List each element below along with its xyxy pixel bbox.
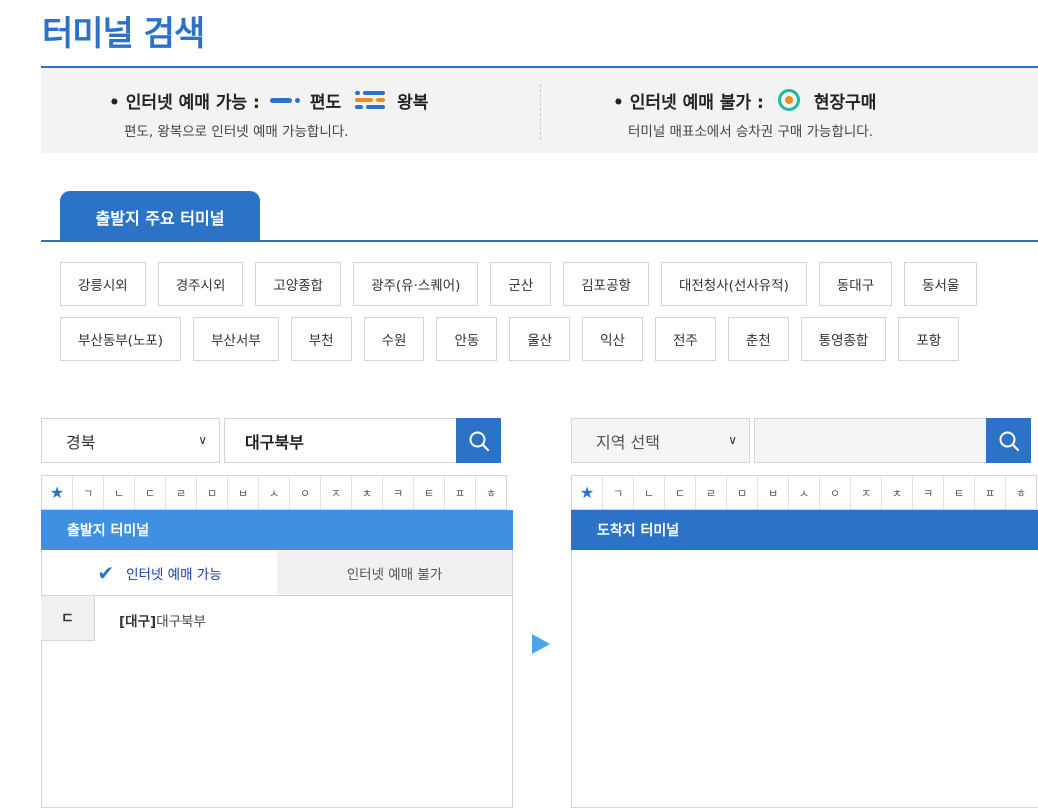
star-icon[interactable]: ★: [42, 476, 72, 509]
departure-list-body: [41, 550, 513, 808]
oneway-icon: [269, 95, 302, 105]
legend-available: • 인터넷 예매 가능 : 편도 왕복 편도, 왕복으로 인터넷 예매 가능합니…: [109, 88, 428, 140]
consonant-filter-button[interactable]: ㅇ: [819, 476, 850, 509]
major-terminal-button[interactable]: 통영종합: [800, 317, 887, 361]
initial-label: ㄷ: [41, 596, 95, 641]
consonant-filter-button[interactable]: ㄱ: [602, 476, 633, 509]
arrival-list-body: [571, 550, 1038, 808]
major-terminal-grid: 강릉시외 경주시외 고양종합 광주(유·스퀘어) 군산 김포공항 대전청사(선사유적) 동대구…: [60, 262, 1020, 372]
departure-region-select[interactable]: 경북 ∨: [41, 418, 220, 463]
major-terminal-button[interactable]: 부천: [290, 317, 352, 361]
star-icon[interactable]: ★: [572, 476, 602, 509]
consonant-filter-button[interactable]: ㄱ: [72, 476, 103, 509]
list-item[interactable]: ㄷ [대구]대구북부: [41, 596, 513, 641]
chevron-down-icon: ∨: [728, 433, 737, 447]
consonant-filter-button[interactable]: ㄴ: [633, 476, 664, 509]
arrow-right-icon: [532, 634, 550, 654]
consonant-filter-button[interactable]: ㄷ: [664, 476, 695, 509]
legend-unavailable: • 인터넷 예매 불가 : 현장구매 터미널 매표소에서 승차권 구매 가능합니…: [613, 88, 876, 140]
major-terminal-button[interactable]: 춘천: [727, 317, 789, 361]
arrival-search-button[interactable]: [986, 418, 1031, 463]
consonant-filter-button[interactable]: ㅊ: [881, 476, 912, 509]
arrival-list-header: 도착지 터미널: [571, 510, 1038, 550]
consonant-filter-button[interactable]: ㅁ: [196, 476, 227, 509]
major-terminal-button[interactable]: 광주(유·스퀘어): [353, 262, 479, 306]
page-title: 터미널 검색: [42, 14, 205, 54]
consonant-filter-button[interactable]: ㄴ: [103, 476, 134, 509]
consonant-filter-button[interactable]: ㅅ: [258, 476, 289, 509]
terminal-name: [대구]대구북부: [95, 596, 206, 641]
legend-divider: [540, 84, 541, 140]
consonant-filter-button[interactable]: ㅌ: [413, 476, 444, 509]
major-terminal-button[interactable]: 포항: [898, 317, 960, 361]
consonant-filter-button[interactable]: ㄹ: [695, 476, 726, 509]
tab-major-terminals[interactable]: 출발지 주요 터미널: [60, 191, 260, 242]
consonant-filter-button[interactable]: ㅁ: [726, 476, 757, 509]
roundtrip-icon: [355, 91, 386, 109]
major-terminal-button[interactable]: 군산: [490, 262, 552, 306]
arrival-search-input[interactable]: [754, 418, 987, 463]
legend-roundtrip-label: 왕복: [397, 92, 429, 113]
terminal-region-prefix: [대구]: [119, 614, 157, 630]
consonant-filter-button[interactable]: ㅈ: [320, 476, 351, 509]
departure-search-button[interactable]: [456, 418, 501, 463]
major-terminal-button[interactable]: 수원: [363, 317, 425, 361]
major-terminal-button[interactable]: 김포공항: [563, 262, 649, 306]
consonant-filter-button[interactable]: ㅂ: [757, 476, 788, 509]
consonant-filter-button[interactable]: ㅅ: [788, 476, 819, 509]
major-terminal-button[interactable]: 대전청사(선사유적): [660, 262, 807, 306]
consonant-filter-button[interactable]: ㅊ: [351, 476, 382, 509]
legend-box: • 인터넷 예매 가능 : 편도 왕복 편도, 왕복으로 인터넷 예매 가능합니…: [41, 66, 1038, 153]
major-terminal-button[interactable]: 고양종합: [255, 262, 342, 306]
arrival-region-value: 지역 선택: [596, 432, 660, 452]
departure-region-value: 경북: [66, 432, 96, 452]
major-terminal-button[interactable]: 경주시외: [157, 262, 244, 306]
arrival-consonant-filter: ★ ㄱㄴㄷㄹㅁㅂㅅㅇㅈㅊㅋㅌㅍㅎ: [571, 475, 1037, 510]
consonant-filter-button[interactable]: ㅍ: [974, 476, 1005, 509]
major-terminal-button[interactable]: 전주: [654, 317, 716, 361]
search-icon: [999, 431, 1019, 451]
consonant-filter-button[interactable]: ㅇ: [289, 476, 320, 509]
major-terminal-button[interactable]: 울산: [509, 317, 571, 361]
departure-search-input[interactable]: 대구북부: [224, 418, 457, 463]
consonant-filter-button[interactable]: ㅎ: [475, 476, 506, 509]
major-terminal-button[interactable]: 안동: [436, 317, 498, 361]
major-terminal-row: 부산동부(노포) 부산서부 부천 수원 안동 울산 익산 전주 춘천 통영종합 포항: [60, 317, 1020, 361]
consonant-filter-button[interactable]: ㅍ: [444, 476, 475, 509]
consonant-filter-button[interactable]: ㅌ: [943, 476, 974, 509]
consonant-filter-button[interactable]: ㅂ: [227, 476, 258, 509]
legend-unavailable-label: • 인터넷 예매 불가 :: [613, 92, 764, 113]
consonant-filter-button[interactable]: ㅋ: [912, 476, 943, 509]
onsite-icon: [777, 89, 800, 111]
consonant-filter-button[interactable]: ㅎ: [1005, 476, 1036, 509]
chevron-down-icon: ∨: [198, 433, 207, 447]
consonant-filter-button[interactable]: ㅈ: [850, 476, 881, 509]
consonant-filter-button[interactable]: ㄹ: [165, 476, 196, 509]
legend-onsite-label: 현장구매: [813, 92, 877, 113]
major-terminal-button[interactable]: 동서울: [904, 262, 978, 306]
major-terminal-button[interactable]: 동대구: [818, 262, 893, 306]
search-icon: [469, 431, 489, 451]
consonant-filter-button[interactable]: ㅋ: [382, 476, 413, 509]
major-terminal-row: 강릉시외 경주시외 고양종합 광주(유·스퀘어) 군산 김포공항 대전청사(선사유적) 동대구…: [60, 262, 1020, 306]
major-terminal-button[interactable]: 익산: [582, 317, 643, 361]
consonant-filter-button[interactable]: ㄷ: [134, 476, 165, 509]
legend-oneway-label: 편도: [309, 92, 342, 113]
departure-list-header: 출발지 터미널: [41, 510, 513, 550]
arrival-region-select[interactable]: 지역 선택 ∨: [571, 418, 750, 463]
legend-unavailable-desc: 터미널 매표소에서 승차권 구매 가능합니다.: [628, 124, 874, 140]
legend-available-desc: 편도, 왕복으로 인터넷 예매 가능합니다.: [124, 124, 349, 140]
tab-underline: [41, 240, 1038, 242]
major-terminal-button[interactable]: 부산서부: [193, 317, 279, 361]
legend-available-label: • 인터넷 예매 가능 :: [109, 92, 260, 113]
major-terminal-button[interactable]: 부산동부(노포): [60, 317, 182, 361]
terminal-name-text: 대구북부: [156, 614, 206, 630]
departure-consonant-filter: ★ ㄱㄴㄷㄹㅁㅂㅅㅇㅈㅊㅋㅌㅍㅎ: [41, 475, 507, 510]
major-terminal-button[interactable]: 강릉시외: [60, 262, 146, 306]
